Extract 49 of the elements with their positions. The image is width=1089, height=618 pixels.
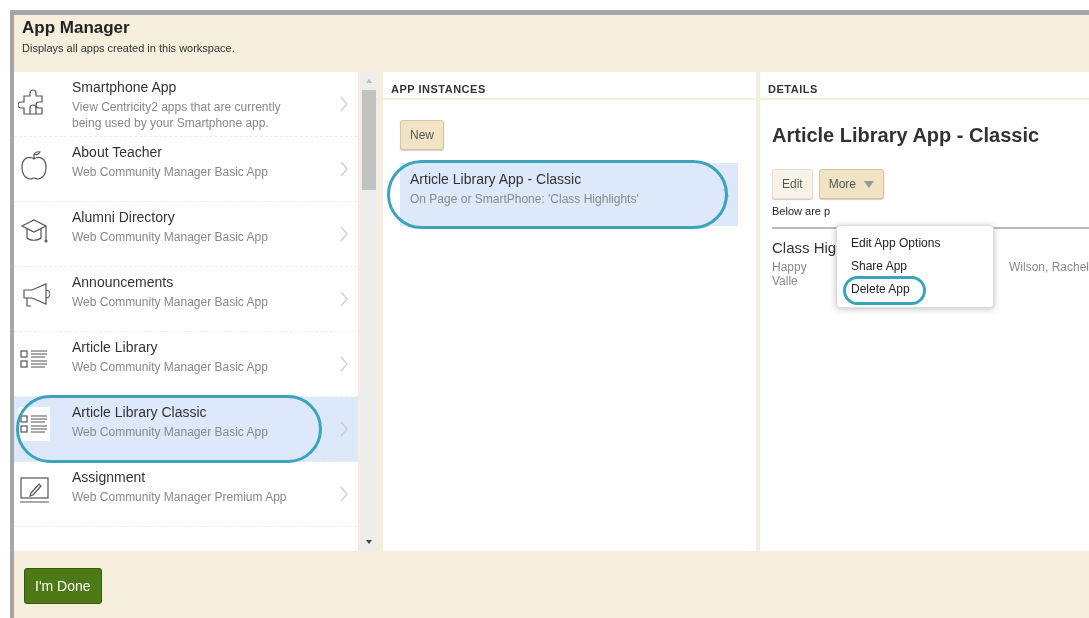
instance-item[interactable]: Article Library App - Classic On Page or SmartPhone: 'Class Highlights' [400, 163, 738, 226]
window-subtitle: Displays all apps created in this workspace. [22, 42, 236, 54]
done-button[interactable]: I'm Done [24, 568, 102, 604]
chevron-right-icon [722, 188, 730, 204]
chevron-right-icon [340, 291, 348, 307]
menu-item[interactable]: Delete App [837, 278, 922, 301]
app-description: View Centricity2 apps that are currently being used by your Smartphone app. [72, 99, 282, 131]
app-title: Article Library [72, 339, 159, 355]
caret-icon [864, 181, 875, 189]
scrollbar[interactable] [360, 72, 378, 551]
instance-description: On Page or SmartPhone: 'Class Highlights' [410, 191, 640, 207]
app-title: Alumni Directory [72, 209, 176, 225]
app-description: Web Community Manager Basic App [72, 294, 269, 310]
chevron-right-icon [340, 421, 348, 437]
app-list-item[interactable]: Article Library Classic Web Community Manager Basic App [14, 397, 358, 462]
app-title: Assignment [72, 469, 147, 485]
app-list-item[interactable]: Announcements Web Community Manager Basic App [14, 267, 358, 332]
instance-title: Article Library App - Classic [410, 171, 583, 187]
chevron-right-icon [340, 486, 348, 502]
menu-item[interactable]: Edit App Options [837, 232, 953, 255]
app-title: Announcements [72, 274, 175, 290]
chevron-right-icon [340, 356, 348, 372]
page-path: Wilson, Rachel [1008, 260, 1089, 276]
app-list-item[interactable]: About Teacher Web Community Manager Basic App [14, 137, 358, 202]
app-list-item[interactable]: Alumni Directory Web Community Manager Basic App [14, 202, 358, 267]
app-description: Web Community Manager Basic App [72, 359, 269, 375]
edit-button[interactable]: Edit [772, 169, 813, 199]
panel-heading: APP INSTANCES [391, 83, 486, 95]
app-title: Smartphone App [72, 79, 178, 95]
app-title: Article Library Classic [72, 404, 208, 420]
app-list-item[interactable]: Smartphone App View Centricity2 apps that are currently being used by your Smartphone app. [14, 72, 358, 137]
app-description: Web Community Manager Basic App [72, 229, 269, 245]
chevron-right-icon [340, 96, 348, 112]
page-title: Class Hig [772, 239, 837, 256]
list-icon [18, 407, 50, 441]
app-list-item[interactable]: Assignment Web Community Manager Premium App [14, 462, 358, 527]
chevron-right-icon [340, 161, 348, 177]
panel-heading: DETAILS [768, 83, 818, 95]
chevron-right-icon [340, 226, 348, 242]
app-title: About Teacher [72, 144, 164, 160]
window-title: App Manager [22, 18, 131, 38]
page-path: Happy Valle [772, 260, 808, 288]
app-description: Web Community Manager Basic App [72, 164, 269, 180]
new-button[interactable]: New [400, 120, 444, 150]
menu-item[interactable]: Share App [837, 255, 920, 278]
more-button[interactable]: More [818, 169, 885, 199]
app-description: Web Community Manager Premium App [72, 489, 288, 505]
details-title: Article Library App - Classic [772, 124, 1041, 147]
app-description: Web Community Manager Basic App [72, 424, 269, 440]
